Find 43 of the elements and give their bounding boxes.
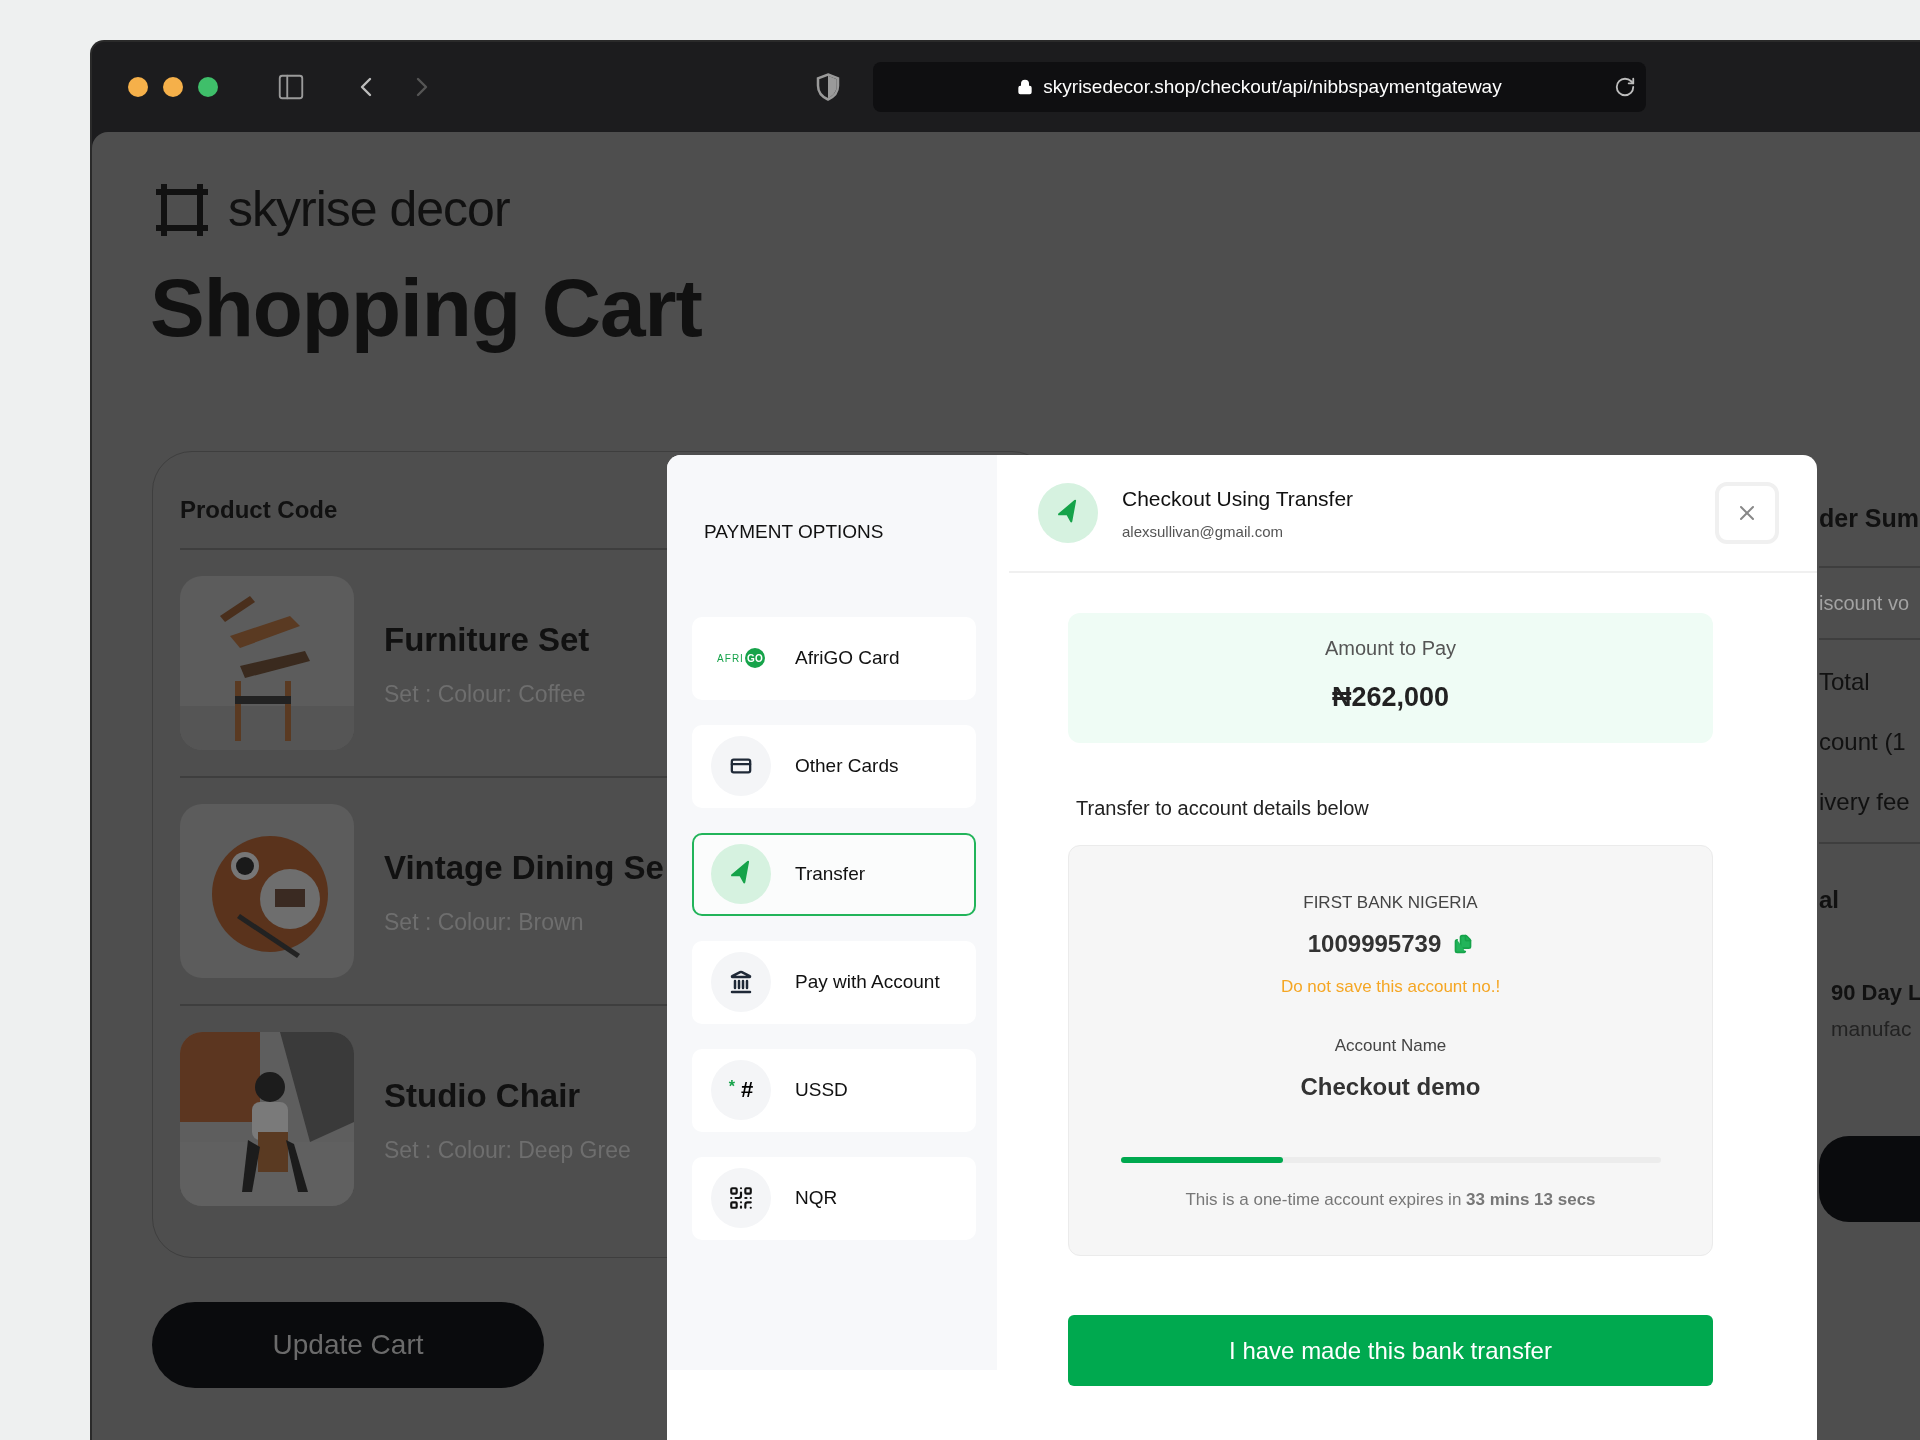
transfer-badge-icon: [1038, 483, 1098, 543]
url-text: skyrisedecor.shop/checkout/api/nibbspaymentgateway: [1043, 74, 1502, 99]
product-name: Vintage Dining Se: [384, 848, 664, 888]
reload-icon[interactable]: [1614, 76, 1636, 98]
payment-option[interactable]: * # USSD: [692, 1048, 976, 1132]
lock-icon: [1017, 78, 1034, 96]
modal-title: Checkout Using Transfer: [1122, 486, 1354, 512]
summary-heading: der Sum: [1819, 503, 1920, 534]
expiry-text: This is a one-time account expires in 33 mins 13 secs: [1185, 1188, 1596, 1211]
amount-label: Amount to Pay: [1324, 636, 1457, 661]
close-window-button[interactable]: [128, 77, 148, 97]
payment-option[interactable]: Pay with Account: [692, 940, 976, 1024]
copy-icon[interactable]: [1453, 932, 1474, 955]
amount-value: ₦262,000: [1331, 681, 1450, 714]
card-icon: [730, 755, 752, 777]
brand-name: skyrise decor: [228, 180, 510, 239]
ussd-icon: * #: [728, 1079, 754, 1101]
product-name: Studio Chair: [384, 1076, 582, 1116]
summary-row-label: ivery fee: [1819, 786, 1911, 817]
account-warning: Do not save this account no.!: [1280, 975, 1501, 998]
customer-email: alexsullivan@gmail.com: [1122, 521, 1285, 542]
account-name: Checkout demo: [1300, 1071, 1481, 1102]
account-name-label: Account Name: [1334, 1035, 1447, 1057]
payment-option[interactable]: Transfer: [692, 832, 976, 916]
minimize-window-button[interactable]: [163, 77, 183, 97]
total-label: al: [1819, 884, 1840, 915]
summary-row-label: Total: [1819, 666, 1871, 697]
options-heading: PAYMENT OPTIONS: [704, 520, 885, 544]
product-name: Furniture Set: [384, 620, 590, 660]
transfer-instruction: Transfer to account details below: [1076, 796, 1370, 821]
bank-icon: [729, 970, 753, 994]
update-cart-button[interactable]: Update Cart: [152, 1302, 544, 1388]
payment-option[interactable]: NQR: [692, 1156, 976, 1240]
address-bar[interactable]: skyrisedecor.shop/checkout/api/nibbspaymentgateway: [873, 62, 1646, 112]
qr-code-icon: [728, 1185, 754, 1211]
bank-name: FIRST BANK NIGERIA: [1303, 892, 1478, 914]
payment-option[interactable]: Other Cards: [692, 724, 976, 808]
summary-row-label: count (1: [1819, 726, 1907, 757]
warranty-title: 90 Day L: [1831, 978, 1920, 1007]
payment-option[interactable]: AFRI GO AfriGO Card: [692, 616, 976, 700]
account-number: 1009995739: [1307, 928, 1442, 959]
checkout-button[interactable]: [1819, 1136, 1920, 1222]
zoom-window-button[interactable]: [198, 77, 218, 97]
